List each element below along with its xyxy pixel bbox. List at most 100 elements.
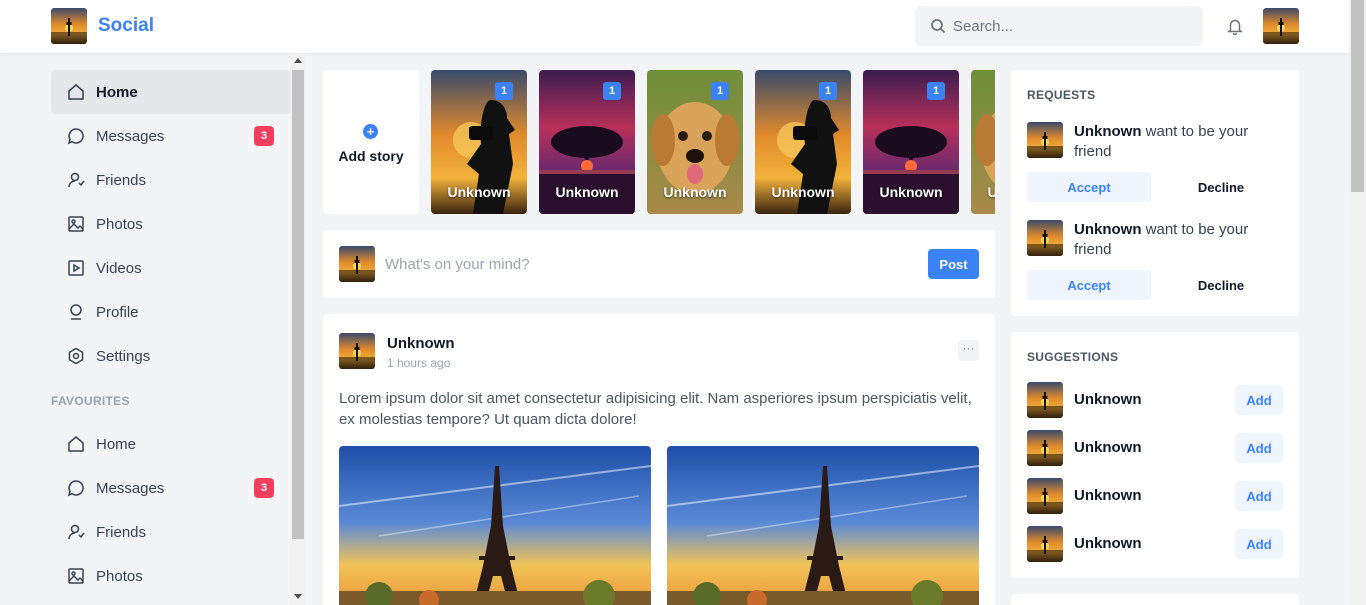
request-message: Unknown want to be your friend [1074, 220, 1274, 260]
story-card[interactable]: 1 Unknown [647, 70, 743, 214]
avatar[interactable] [1027, 122, 1063, 158]
add-story-button[interactable]: + Add story [323, 70, 419, 214]
sidebar-item-label: Photos [96, 216, 143, 233]
sidebar-item-videos[interactable]: Videos [51, 246, 290, 290]
stories-strip: + Add story 1 Unknown 1 Unknown 1 Unknow… [323, 70, 995, 214]
suggestions-heading: SUGGESTIONS [1027, 350, 1119, 364]
logo-icon[interactable] [51, 8, 87, 44]
suggestion-name[interactable]: Unknown [1074, 535, 1142, 552]
scroll-up-arrow-icon[interactable] [294, 58, 302, 63]
sidebar-item-home[interactable]: Home [51, 70, 290, 114]
home-icon [68, 436, 84, 452]
story-card[interactable]: 1 Unknown [863, 70, 959, 214]
add-friend-button[interactable]: Add [1235, 385, 1283, 415]
suggestions-card: SUGGESTIONS Unknown Add Unknown Add Unkn… [1011, 332, 1299, 578]
story-count-badge: 1 [711, 82, 729, 100]
profile-icon [70, 304, 82, 320]
sidebar-item-fav-friends[interactable]: Friends [51, 510, 290, 554]
sidebar-item-label: Photos [96, 568, 143, 585]
story-count-badge: 1 [819, 82, 837, 100]
avatar[interactable] [1027, 526, 1063, 562]
post-button[interactable]: Post [928, 249, 979, 279]
requests-card: REQUESTS Unknown want to be your friend … [1011, 70, 1299, 316]
suggestion-name[interactable]: Unknown [1074, 391, 1142, 408]
story-author: Unknown [987, 184, 996, 200]
add-story-label: Add story [338, 148, 404, 164]
status-input[interactable] [385, 248, 905, 280]
eiffel-tower-image [667, 446, 979, 605]
scroll-down-arrow-icon[interactable] [294, 594, 302, 599]
sidebar-item-label: Messages [96, 128, 165, 145]
post-image[interactable] [339, 446, 651, 605]
sidebar-item-profile[interactable]: Profile [51, 290, 290, 334]
avatar[interactable] [1027, 430, 1063, 466]
friend-request: Unknown want to be your friend Accept De… [1027, 220, 1283, 300]
suggestion-name[interactable]: Unknown [1074, 487, 1142, 504]
left-sidebar: Home Messages 3 Friends Photos Videos Pr… [51, 70, 290, 605]
add-friend-button[interactable]: Add [1235, 529, 1283, 559]
accept-button[interactable]: Accept [1027, 270, 1151, 300]
suggestion-item: Unknown Add [1027, 526, 1283, 562]
story-count-badge: 1 [495, 82, 513, 100]
sidebar-item-fav-messages[interactable]: Messages 3 [51, 466, 290, 510]
story-card[interactable]: 1 Unknown [431, 70, 527, 214]
sidebar-item-label: Home [96, 436, 137, 453]
avatar[interactable] [1027, 220, 1063, 256]
feed-post: Unknown 1 hours ago ··· Lorem ipsum dolo… [323, 314, 995, 605]
sidebar-item-messages[interactable]: Messages 3 [51, 114, 290, 158]
video-icon [68, 260, 84, 276]
story-card[interactable]: 1 Unknown [755, 70, 851, 214]
avatar[interactable] [1027, 478, 1063, 514]
suggestion-item: Unknown Add [1027, 382, 1283, 418]
sidebar-item-label: Videos [96, 260, 142, 277]
suggestion-item: Unknown Add [1027, 478, 1283, 514]
suggestion-item: Unknown Add [1027, 430, 1283, 466]
decline-button[interactable]: Decline [1159, 172, 1283, 202]
chat-icon [67, 128, 84, 145]
sidebar-item-settings[interactable]: Settings [51, 334, 290, 378]
post-image[interactable] [667, 446, 979, 605]
suggestion-name[interactable]: Unknown [1074, 439, 1142, 456]
sidebar-item-photos[interactable]: Photos [51, 202, 290, 246]
bell-icon[interactable] [1226, 17, 1244, 35]
story-card[interactable]: 1 Unknown [971, 70, 995, 214]
sidebar-item-fav-photos[interactable]: Photos [51, 554, 290, 598]
search-box[interactable] [915, 6, 1203, 46]
brand-name[interactable]: Social [98, 15, 154, 37]
page-scrollbar-thumb[interactable] [1351, 0, 1364, 192]
sidebar-item-fav-home[interactable]: Home [51, 422, 290, 466]
user-icon [68, 172, 85, 188]
page-scrollbar[interactable] [1349, 0, 1366, 605]
sidebar-item-friends[interactable]: Friends [51, 158, 290, 202]
requester-name[interactable]: Unknown [1074, 221, 1142, 238]
search-input[interactable] [953, 6, 1193, 46]
add-friend-button[interactable]: Add [1235, 433, 1283, 463]
favourites-heading: FAVOURITES [51, 394, 130, 408]
requester-name[interactable]: Unknown [1074, 123, 1142, 140]
home-icon [68, 84, 84, 100]
sidebar-scrollbar[interactable] [290, 54, 306, 605]
post-timestamp: 1 hours ago [387, 356, 451, 370]
user-avatar[interactable] [1263, 8, 1299, 44]
avatar [339, 246, 375, 282]
post-author[interactable]: Unknown [387, 335, 455, 352]
more-options-icon[interactable]: ··· [958, 340, 979, 361]
sidebar-item-label: Friends [96, 172, 147, 189]
accept-button[interactable]: Accept [1027, 172, 1151, 202]
plus-icon: + [363, 124, 378, 139]
story-card[interactable]: 1 Unknown [539, 70, 635, 214]
sidebar-scrollbar-thumb[interactable] [292, 70, 304, 539]
decline-button[interactable]: Decline [1159, 270, 1283, 300]
story-author: Unknown [447, 184, 511, 200]
post-text: Lorem ipsum dolor sit amet consectetur a… [339, 390, 972, 428]
requests-heading: REQUESTS [1027, 88, 1096, 102]
top-header: Social [0, 0, 1349, 53]
chat-icon [67, 480, 84, 497]
avatar[interactable] [339, 333, 375, 369]
story-count-badge: 1 [603, 82, 621, 100]
eiffel-tower-image [339, 446, 651, 605]
unread-badge: 3 [254, 478, 274, 498]
add-friend-button[interactable]: Add [1235, 481, 1283, 511]
sidebar-item-label: Home [96, 84, 138, 101]
avatar[interactable] [1027, 382, 1063, 418]
